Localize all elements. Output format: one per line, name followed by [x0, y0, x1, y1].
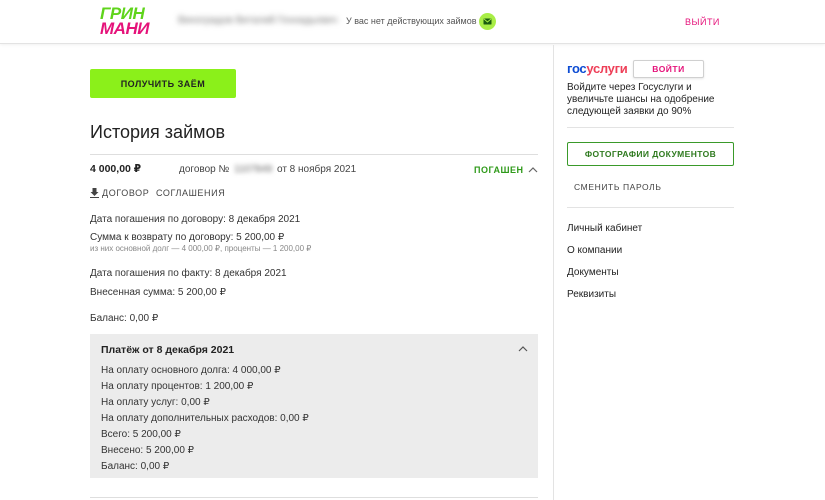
divider	[567, 207, 734, 208]
no-active-loans-text: У вас нет действующих займов	[346, 16, 477, 26]
gosuslugi-logo-part2: услуги	[586, 61, 628, 76]
sidebar-divider	[553, 45, 554, 500]
contract-prefix: договор №	[179, 164, 230, 175]
sidebar-link-documents[interactable]: Документы	[567, 267, 619, 278]
sidebar-link-requisites[interactable]: Реквизиты	[567, 289, 616, 300]
logo-line-2: МАНИ	[100, 19, 149, 38]
gosuslugi-logo: госуслуги	[567, 61, 628, 76]
header: ГРИН МАНИ Виноградов Виталий Геннадьевич…	[0, 0, 825, 44]
divider	[567, 127, 734, 128]
loan-amount: 4 000,00 ₽	[90, 163, 142, 175]
payment-line: На оплату основного долга: 4 000,00 ₽	[101, 365, 281, 376]
payment-line: На оплату дополнительных расходов: 0,00 …	[101, 413, 309, 424]
page-title: История займов	[90, 122, 226, 142]
paid-sum: Внесенная сумма: 5 200,00 ₽	[90, 287, 226, 298]
payment-details: Платёж от 8 декабря 2021 На оплату основ…	[90, 334, 538, 478]
return-sum: Сумма к возврату по договору: 5 200,00 ₽	[90, 232, 285, 243]
get-loan-button[interactable]: ПОЛУЧИТЬ ЗАЁМ	[90, 69, 236, 98]
divider	[90, 497, 538, 498]
contract-date: от 8 ноября 2021	[276, 164, 357, 175]
contract-number: 1107849	[234, 164, 273, 175]
loan-status-badge: ПОГАШЕН	[474, 165, 524, 175]
username: Виноградов Виталий Геннадьевич	[178, 15, 338, 26]
logo[interactable]: ГРИН МАНИ	[100, 5, 160, 38]
document-photos-button[interactable]: ФОТОГРАФИИ ДОКУМЕНТОВ	[567, 142, 734, 166]
divider	[90, 154, 538, 155]
payment-line: Баланс: 0,00 ₽	[101, 461, 170, 472]
payment-line: На оплату процентов: 1 200,00 ₽	[101, 381, 254, 392]
payment-line: Внесено: 5 200,00 ₽	[101, 445, 195, 456]
payment-line: Всего: 5 200,00 ₽	[101, 429, 181, 440]
agreements-link[interactable]: СОГЛАШЕНИЯ	[156, 188, 225, 198]
mail-icon[interactable]	[479, 13, 496, 30]
chevron-up-icon[interactable]	[518, 345, 528, 353]
chevron-up-icon[interactable]	[528, 166, 538, 174]
logout-button[interactable]: ВЫЙТИ	[685, 17, 720, 27]
contract-link-label: ДОГОВОР	[102, 188, 150, 198]
sidebar-link-account[interactable]: Личный кабинет	[567, 223, 642, 234]
gosuslugi-login-button[interactable]: ВОЙТИ	[633, 60, 704, 78]
sidebar-link-about[interactable]: О компании	[567, 245, 622, 256]
change-password-link[interactable]: СМЕНИТЬ ПАРОЛЬ	[574, 182, 662, 192]
payment-title: Платёж от 8 декабря 2021	[101, 344, 235, 356]
return-breakdown: из них основной долг — 4 000,00 ₽, проце…	[90, 244, 312, 253]
due-date: Дата погашения по договору: 8 декабря 20…	[90, 214, 301, 225]
payment-line: На оплату услуг: 0,00 ₽	[101, 397, 210, 408]
gosuslugi-logo-part1: гос	[567, 61, 587, 76]
gosuslugi-promo-text: Войдите через Госуслуги и увеличьте шанс…	[567, 82, 715, 117]
download-icon	[90, 188, 99, 198]
contract-info: договор № 1107849 от 8 ноября 2021	[179, 164, 356, 175]
balance: Баланс: 0,00 ₽	[90, 313, 159, 324]
contract-download-link[interactable]: ДОГОВОР	[90, 188, 149, 198]
actual-repayment-date: Дата погашения по факту: 8 декабря 2021	[90, 268, 287, 279]
